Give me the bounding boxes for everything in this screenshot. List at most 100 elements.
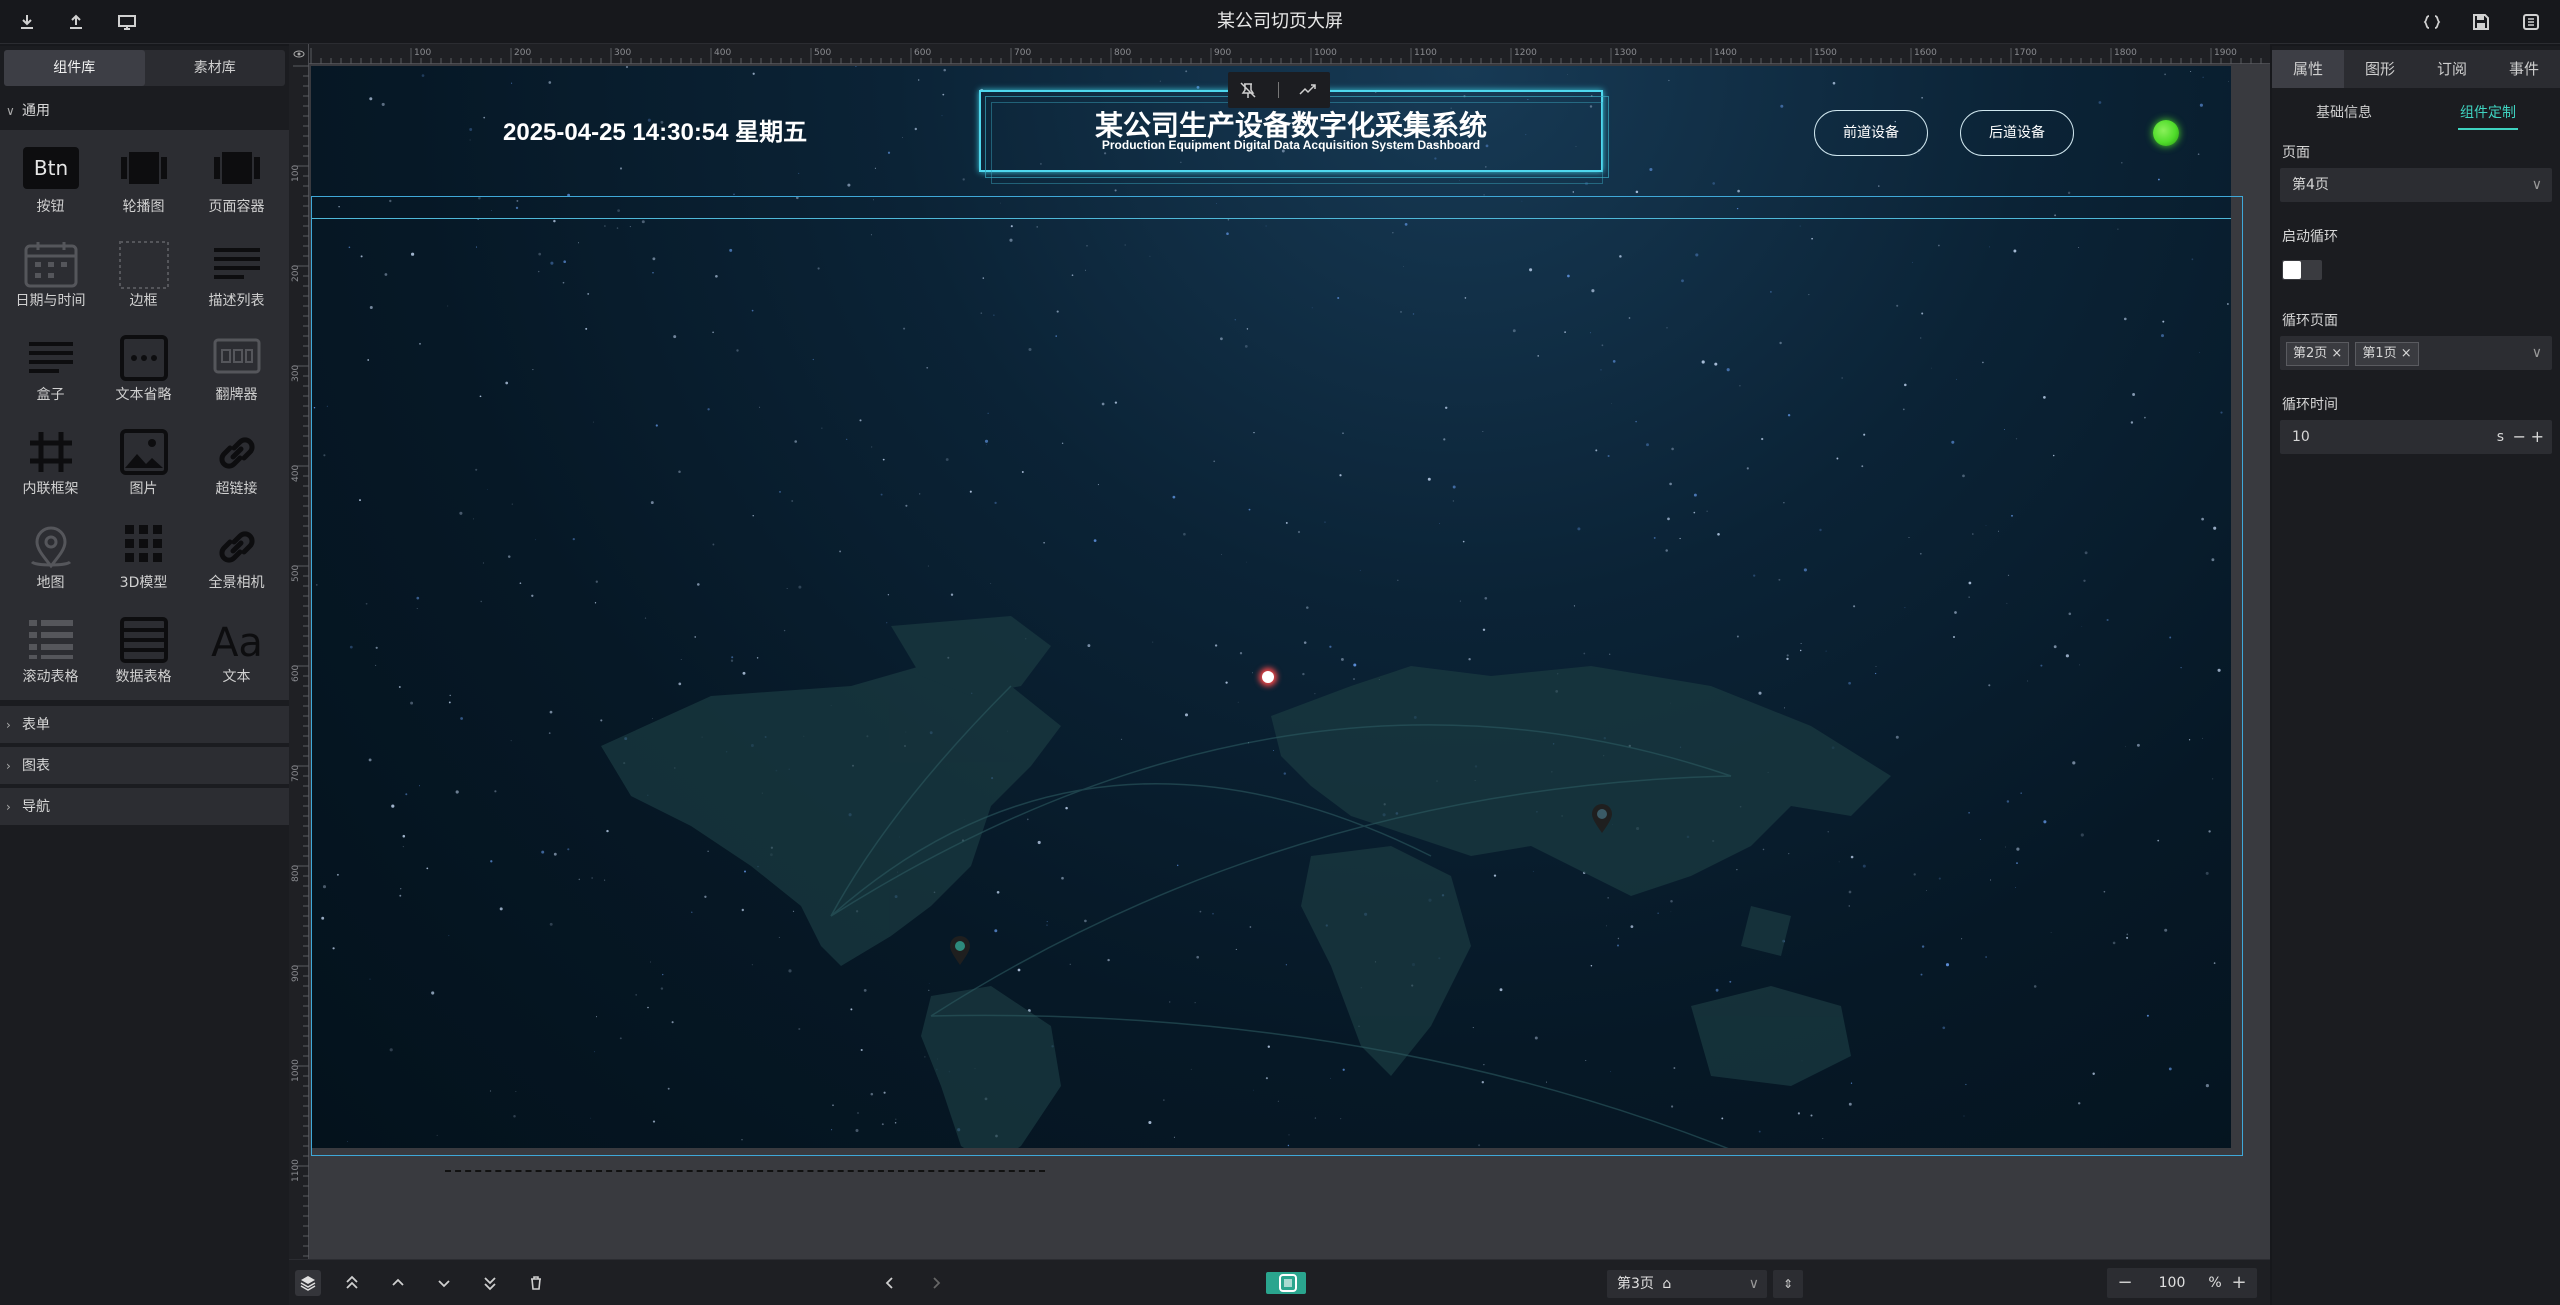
loop-pages-label: 循环页面	[2282, 313, 2338, 329]
component-label: 日期与时间	[15, 293, 86, 309]
next-page-icon[interactable]	[923, 1270, 949, 1296]
component-text-ellipsis[interactable]: 文本省略	[97, 318, 190, 412]
svg-text:Btn: Btn	[33, 156, 67, 180]
exit-icon[interactable]	[2521, 12, 2541, 32]
image-icon	[119, 429, 168, 475]
toggle-knob	[2283, 261, 2301, 279]
component-button[interactable]: Btn 按钮	[4, 130, 97, 224]
ruler-label: 900	[1214, 48, 1231, 58]
tab-material-library[interactable]: 素材库	[145, 50, 286, 86]
chevron-down-icon: ∨	[1748, 1276, 1759, 1292]
decrement-button[interactable]: −	[2513, 420, 2526, 454]
dashboard-screen[interactable]: 2025-04-25 14:30:54 星期五 某公司生产设备数字化采集系统 P…	[311, 66, 2231, 1148]
ruler-label: 1200	[1514, 48, 1537, 58]
monitor-icon[interactable]	[117, 12, 137, 32]
component-label: 3D模型	[119, 575, 168, 591]
floating-toolbar	[1228, 72, 1330, 108]
page-container-icon	[213, 152, 260, 184]
map-location-dot	[1262, 671, 1274, 683]
component-box[interactable]: 盒子	[4, 318, 97, 412]
ruler-label: 1600	[1914, 48, 1937, 58]
close-icon[interactable]: ×	[2401, 346, 2412, 361]
next-device-button[interactable]: 后道设备	[1960, 110, 2074, 156]
section-general[interactable]: ∨ 通用	[0, 92, 289, 130]
chevron-down-icon: ∨	[6, 104, 15, 118]
component-3d-model[interactable]: 3D模型	[97, 506, 190, 600]
prev-device-button[interactable]: 前道设备	[1814, 110, 1928, 156]
tab-component-library[interactable]: 组件库	[4, 50, 145, 86]
component-data-table[interactable]: 数据表格	[97, 600, 190, 694]
upload-icon[interactable]	[66, 12, 86, 32]
section-label: 导航	[22, 799, 50, 815]
page-thumbnail-icon[interactable]	[1266, 1272, 1306, 1294]
chevron-down-icon: ∨	[2531, 345, 2542, 361]
section-nav[interactable]: › 导航	[0, 788, 289, 826]
delete-icon[interactable]	[523, 1270, 549, 1296]
chevron-right-icon: ›	[6, 800, 11, 814]
subtab-basic-info[interactable]: 基础信息	[2272, 96, 2416, 136]
zoom-out-button[interactable]: −	[2115, 1268, 2135, 1298]
subtab-custom[interactable]: 组件定制	[2416, 96, 2560, 136]
section-chart[interactable]: › 图表	[0, 747, 289, 785]
component-map[interactable]: 地图	[4, 506, 97, 600]
page-sort-icon[interactable]: ⇕	[1773, 1270, 1803, 1298]
page-select[interactable]: 第3页 ⌂ ∨	[1607, 1270, 1767, 1298]
subtab-label: 组件定制	[2460, 105, 2516, 121]
prev-page-icon[interactable]	[877, 1270, 903, 1296]
panorama-camera-icon	[218, 531, 255, 563]
component-border[interactable]: 边框	[97, 224, 190, 318]
page-select[interactable]: 第4页 ∨	[2280, 168, 2552, 202]
component-panorama-camera[interactable]: 全景相机	[190, 506, 283, 600]
loop-time-label: 循环时间	[2282, 397, 2338, 413]
page-label: 页面	[2282, 145, 2310, 161]
loop-pages-select[interactable]: 第2页 × 第1页 × ∨	[2280, 336, 2552, 370]
zoom-value[interactable]: 100	[2147, 1268, 2197, 1298]
zoom-control: − 100 % +	[2107, 1268, 2257, 1298]
ellipsis-icon	[119, 335, 168, 381]
canvas-area[interactable]: 100 200 300 400 500 600 700 800 900 1000 1100 1200 1…	[289, 44, 2270, 1259]
ruler-label: 1400	[1714, 48, 1737, 58]
ruler-label: 800	[1114, 48, 1131, 58]
move-down-icon[interactable]	[431, 1270, 457, 1296]
send-to-back-icon[interactable]	[477, 1270, 503, 1296]
close-icon[interactable]: ×	[2331, 346, 2342, 361]
component-flip-counter[interactable]: 翻牌器	[190, 318, 283, 412]
chevron-right-icon: ›	[6, 718, 11, 732]
box-icon	[28, 342, 73, 373]
component-carousel[interactable]: 轮播图	[97, 130, 190, 224]
layers-icon[interactable]	[295, 1270, 321, 1296]
component-description-list[interactable]: 描述列表	[190, 224, 283, 318]
component-image[interactable]: 图片	[97, 412, 190, 506]
save-icon[interactable]	[2471, 12, 2491, 32]
ruler-left: 100 200 300 400 500 600 700 800 900 1000 1100	[289, 44, 309, 1259]
component-scroll-table[interactable]: 滚动表格	[4, 600, 97, 694]
trend-icon[interactable]	[1298, 80, 1318, 100]
component-text[interactable]: Aa 文本	[190, 600, 283, 694]
ruler-label: 1900	[2214, 48, 2237, 58]
component-page-container[interactable]: 页面容器	[190, 130, 283, 224]
loop-time-value[interactable]: 10	[2292, 429, 2310, 445]
ruler-label: 1500	[1814, 48, 1837, 58]
right-tabs: 属性 图形 订阅 事件	[2272, 50, 2560, 88]
component-datetime[interactable]: 日期与时间	[4, 224, 97, 318]
loop-toggle[interactable]	[2282, 260, 2322, 280]
component-label: 图片	[129, 481, 158, 497]
component-iframe[interactable]: 内联框架	[4, 412, 97, 506]
zoom-in-button[interactable]: +	[2229, 1268, 2249, 1298]
download-icon[interactable]	[17, 12, 37, 32]
tab-properties[interactable]: 属性	[2272, 50, 2344, 88]
move-up-icon[interactable]	[385, 1270, 411, 1296]
tab-events[interactable]: 事件	[2488, 50, 2560, 88]
tab-subscribe[interactable]: 订阅	[2416, 50, 2488, 88]
loop-time-input[interactable]: 10 s − +	[2280, 420, 2552, 454]
bring-to-front-icon[interactable]	[339, 1270, 365, 1296]
section-form[interactable]: › 表单	[0, 706, 289, 744]
eye-icon[interactable]	[293, 48, 305, 60]
code-braces-icon[interactable]	[2422, 12, 2442, 32]
unpin-icon[interactable]	[1238, 80, 1258, 100]
selection-guide-line	[311, 218, 2231, 219]
tab-graphics[interactable]: 图形	[2344, 50, 2416, 88]
component-hyperlink[interactable]: 超链接	[190, 412, 283, 506]
component-label: 翻牌器	[215, 387, 258, 403]
increment-button[interactable]: +	[2531, 420, 2544, 454]
